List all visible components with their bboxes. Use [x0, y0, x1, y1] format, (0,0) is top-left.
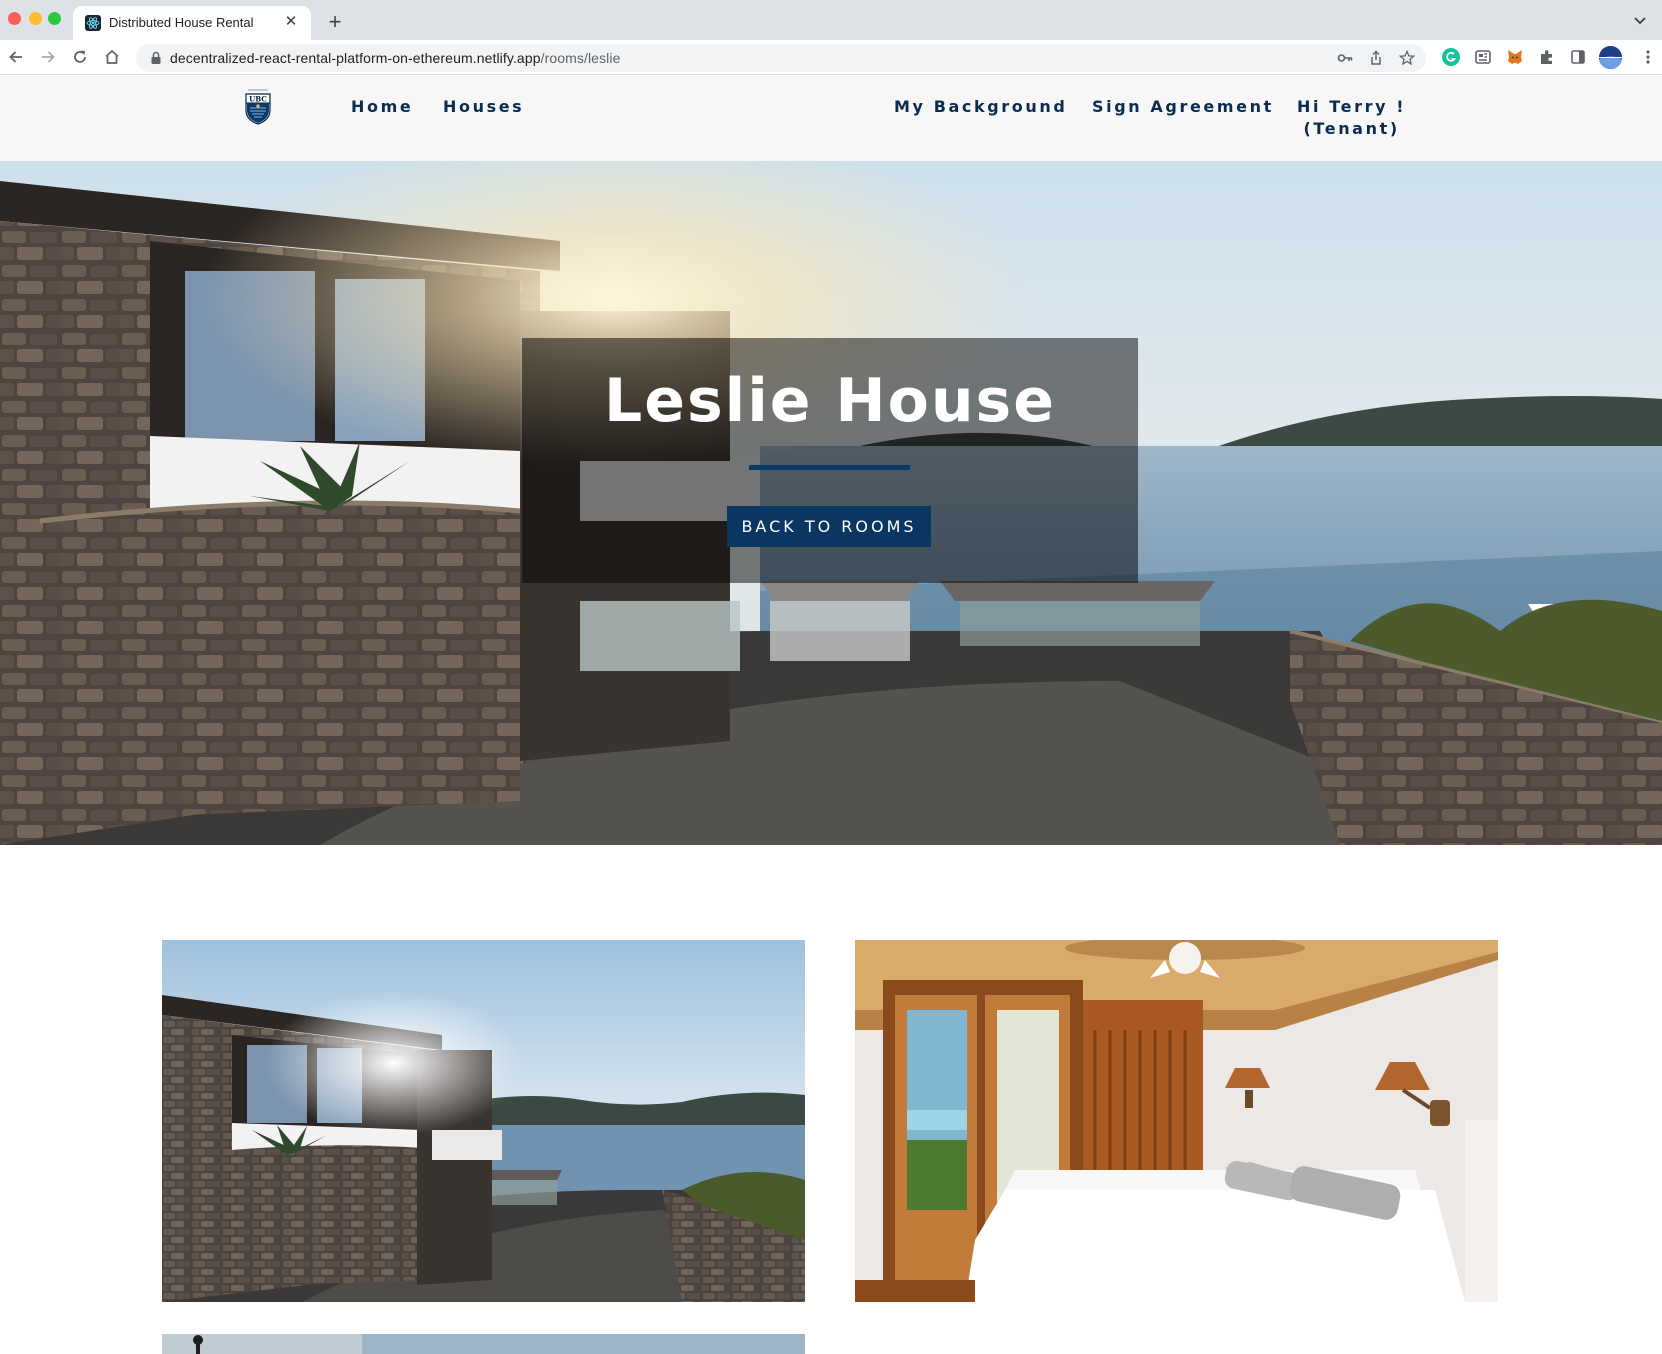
profile-avatar[interactable]: [1599, 46, 1622, 69]
nav-sign-agreement[interactable]: Sign Agreement: [1092, 96, 1274, 118]
minimize-window-button[interactable]: [29, 12, 42, 25]
close-window-button[interactable]: [8, 12, 21, 25]
share-icon[interactable]: [1368, 50, 1384, 66]
hero-banner: Leslie House BACK TO ROOMS: [522, 338, 1138, 583]
ubc-logo[interactable]: UBC: [244, 86, 272, 126]
lock-icon[interactable]: [150, 51, 162, 65]
nav-my-background[interactable]: My Background: [894, 96, 1067, 118]
puzzle-icon[interactable]: [1538, 48, 1556, 66]
browser-tab-active[interactable]: Distributed House Rental ✕: [73, 6, 311, 40]
browser-tab-strip: Distributed House Rental ✕ +: [0, 0, 1662, 40]
nav-user-greeting[interactable]: Hi Terry ! (Tenant): [1297, 96, 1406, 140]
extension-icon[interactable]: [1474, 48, 1492, 66]
react-icon: [85, 15, 101, 31]
close-tab-icon[interactable]: ✕: [281, 12, 301, 32]
sidebar-icon[interactable]: [1569, 48, 1587, 66]
title-underline: [749, 465, 910, 470]
back-icon[interactable]: [4, 45, 28, 69]
reload-icon[interactable]: [68, 45, 92, 69]
nav-houses[interactable]: Houses: [443, 96, 524, 118]
url-text: decentralized-react-rental-platform-on-e…: [170, 50, 620, 66]
url-path: /rooms/leslie: [540, 50, 621, 66]
tab-title: Distributed House Rental: [109, 15, 254, 30]
gallery-image-third: [162, 1334, 805, 1354]
chevron-down-icon[interactable]: [1630, 10, 1650, 30]
more-menu-icon[interactable]: [1636, 45, 1660, 69]
user-greeting: Hi Terry !: [1297, 97, 1407, 116]
house-title: Leslie House: [604, 366, 1056, 436]
hero-section: Leslie House BACK TO ROOMS: [0, 161, 1662, 845]
site-navbar: UBC Home Houses My Background Sign Agree…: [0, 76, 1662, 161]
user-role: (Tenant): [1303, 119, 1400, 138]
back-to-rooms-button[interactable]: BACK TO ROOMS: [727, 506, 931, 547]
forward-icon[interactable]: [36, 45, 60, 69]
new-tab-button[interactable]: +: [322, 9, 348, 35]
grammarly-icon[interactable]: [1442, 48, 1460, 66]
address-bar[interactable]: decentralized-react-rental-platform-on-e…: [136, 44, 1426, 72]
metamask-icon[interactable]: [1506, 48, 1524, 66]
svg-text:UBC: UBC: [249, 95, 267, 104]
nav-home[interactable]: Home: [351, 96, 413, 118]
maximize-window-button[interactable]: [48, 12, 61, 25]
key-icon[interactable]: [1337, 50, 1353, 66]
gallery-image-exterior: [162, 940, 805, 1302]
gallery-image-bedroom: [855, 940, 1498, 1302]
home-icon[interactable]: [100, 45, 124, 69]
url-host: decentralized-react-rental-platform-on-e…: [170, 50, 541, 66]
browser-toolbar: decentralized-react-rental-platform-on-e…: [0, 40, 1662, 75]
star-icon[interactable]: [1398, 49, 1416, 66]
